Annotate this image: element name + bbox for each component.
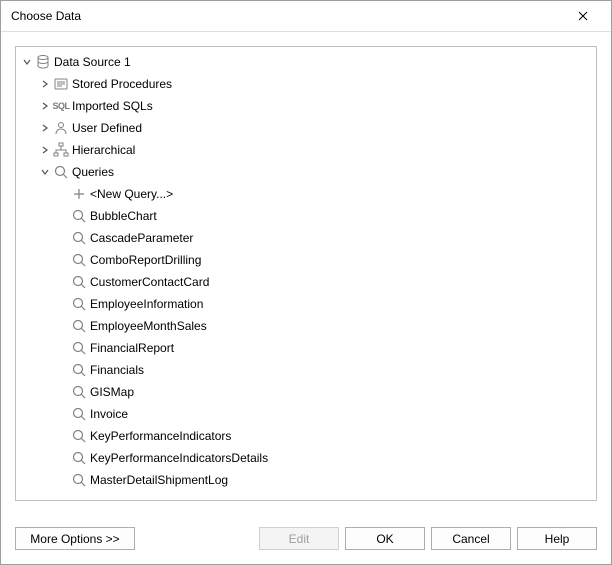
tree-node[interactable]: Data Source 1	[16, 51, 596, 73]
tree-node-label: Queries	[72, 165, 114, 179]
tree-node[interactable]: CustomerContactCard	[16, 271, 596, 293]
chevron-down-icon[interactable]	[20, 51, 34, 73]
query-icon	[70, 449, 88, 467]
tree-node[interactable]: BubbleChart	[16, 205, 596, 227]
tree-node[interactable]: KeyPerformanceIndicators	[16, 425, 596, 447]
tree-panel: Data Source 1Stored ProceduresSQLImporte…	[15, 46, 597, 501]
stored-proc-icon	[52, 75, 70, 93]
chevron-right-icon[interactable]	[38, 117, 52, 139]
tree-node[interactable]: SQLImported SQLs	[16, 95, 596, 117]
tree-node[interactable]: MasterDetailShipmentLog	[16, 469, 596, 491]
tree-node[interactable]: KeyPerformanceIndicatorsDetails	[16, 447, 596, 469]
chevron-right-icon	[56, 183, 70, 205]
chevron-right-icon	[56, 249, 70, 271]
query-icon	[70, 405, 88, 423]
tree-node[interactable]: Invoice	[16, 403, 596, 425]
query-icon	[70, 273, 88, 291]
tree-node-label: CascadeParameter	[90, 231, 193, 245]
query-icon	[70, 427, 88, 445]
edit-button[interactable]: Edit	[259, 527, 339, 550]
query-icon	[52, 163, 70, 181]
database-icon	[34, 53, 52, 71]
query-icon	[70, 317, 88, 335]
tree-node-label: BubbleChart	[90, 209, 157, 223]
chevron-right-icon[interactable]	[38, 139, 52, 161]
query-icon	[70, 207, 88, 225]
tree-node[interactable]: CascadeParameter	[16, 227, 596, 249]
chevron-right-icon[interactable]	[38, 95, 52, 117]
query-icon	[70, 383, 88, 401]
tree-node-label: EmployeeMonthSales	[90, 319, 207, 333]
chevron-right-icon	[56, 403, 70, 425]
window-title: Choose Data	[11, 9, 563, 23]
close-icon	[578, 11, 588, 21]
chevron-right-icon	[56, 469, 70, 491]
tree-node[interactable]: EmployeeMonthSales	[16, 315, 596, 337]
more-options-button[interactable]: More Options >>	[15, 527, 135, 550]
titlebar: Choose Data	[1, 1, 611, 32]
tree-node[interactable]: EmployeeInformation	[16, 293, 596, 315]
chevron-down-icon[interactable]	[38, 161, 52, 183]
tree-node-label: User Defined	[72, 121, 142, 135]
tree-node-label: Financials	[90, 363, 144, 377]
chevron-right-icon[interactable]	[38, 73, 52, 95]
tree-node[interactable]: <New Query...>	[16, 183, 596, 205]
chevron-right-icon	[56, 359, 70, 381]
tree-node-label: CustomerContactCard	[90, 275, 209, 289]
choose-data-dialog: Choose Data Data Source 1 Stored Procedur…	[0, 0, 612, 565]
close-button[interactable]	[563, 2, 603, 30]
tree-node[interactable]: Stored Procedures	[16, 73, 596, 95]
tree-node-label: Hierarchical	[72, 143, 135, 157]
query-icon	[70, 251, 88, 269]
ok-button[interactable]: OK	[345, 527, 425, 550]
tree-node-label: <New Query...>	[90, 187, 173, 201]
tree-node[interactable]: ComboReportDrilling	[16, 249, 596, 271]
tree-node[interactable]: FinancialReport	[16, 337, 596, 359]
chevron-right-icon	[56, 447, 70, 469]
cancel-button[interactable]: Cancel	[431, 527, 511, 550]
tree-node[interactable]: Financials	[16, 359, 596, 381]
tree-node-label: GISMap	[90, 385, 134, 399]
dialog-content: Data Source 1Stored ProceduresSQLImporte…	[1, 32, 611, 515]
tree-node[interactable]: Hierarchical	[16, 139, 596, 161]
tree-node-label: Stored Procedures	[72, 77, 172, 91]
tree-node[interactable]: User Defined	[16, 117, 596, 139]
chevron-right-icon	[56, 337, 70, 359]
tree-node-label: EmployeeInformation	[90, 297, 203, 311]
query-icon	[70, 295, 88, 313]
tree-node-label: Data Source 1	[54, 55, 131, 69]
chevron-right-icon	[56, 381, 70, 403]
data-source-tree[interactable]: Data Source 1Stored ProceduresSQLImporte…	[16, 47, 596, 500]
chevron-right-icon	[56, 227, 70, 249]
chevron-right-icon	[56, 315, 70, 337]
tree-node-label: KeyPerformanceIndicatorsDetails	[90, 451, 268, 465]
tree-node-label: MasterDetailShipmentLog	[90, 473, 228, 487]
chevron-right-icon	[56, 425, 70, 447]
tree-node-label: FinancialReport	[90, 341, 174, 355]
chevron-right-icon	[56, 293, 70, 315]
sql-icon: SQL	[52, 97, 70, 115]
tree-node[interactable]: GISMap	[16, 381, 596, 403]
tree-node-label: KeyPerformanceIndicators	[90, 429, 231, 443]
help-button[interactable]: Help	[517, 527, 597, 550]
chevron-right-icon	[56, 271, 70, 293]
tree-node[interactable]: Queries	[16, 161, 596, 183]
tree-node-label: ComboReportDrilling	[90, 253, 201, 267]
tree-node-label: Invoice	[90, 407, 128, 421]
user-defined-icon	[52, 119, 70, 137]
query-icon	[70, 361, 88, 379]
chevron-right-icon	[56, 205, 70, 227]
dialog-footer: More Options >> Edit OK Cancel Help	[1, 515, 611, 564]
tree-node-label: Imported SQLs	[72, 99, 153, 113]
hierarchy-icon	[52, 141, 70, 159]
query-icon	[70, 229, 88, 247]
query-icon	[70, 471, 88, 489]
query-icon	[70, 339, 88, 357]
plus-icon	[70, 185, 88, 203]
